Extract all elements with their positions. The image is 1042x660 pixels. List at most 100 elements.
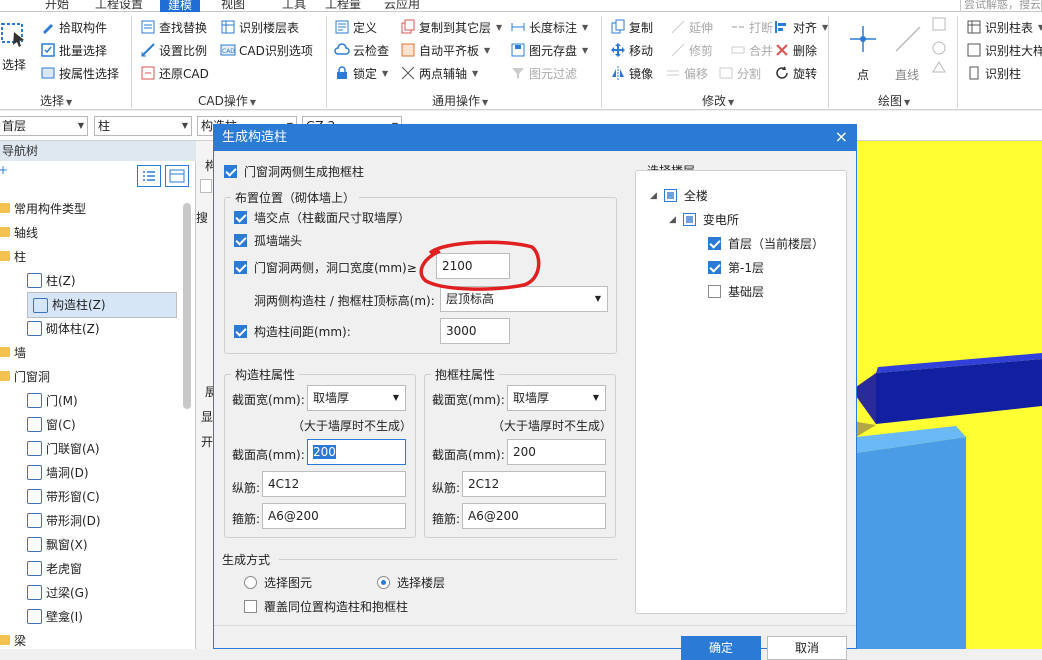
bk-width-select[interactable]: 取墙厚 ▼ [507, 385, 606, 411]
recognize-column-detail-button[interactable]: 识别柱大样 [966, 39, 1042, 61]
spacing-checkbox[interactable]: 构造柱间距(mm): [234, 323, 351, 340]
nav-tree-item[interactable]: 轴线 [0, 220, 38, 244]
nav-tree-item[interactable]: 梁 [0, 628, 26, 652]
isolated-end-checkbox[interactable]: 孤墙端头 [234, 232, 302, 249]
nav-tree-item[interactable]: 柱 [0, 244, 26, 268]
bk-width-label: 截面宽(mm): [432, 393, 505, 407]
align-button[interactable]: 对齐 ▼ [774, 16, 828, 38]
mirror-button[interactable]: 镜像 [610, 62, 653, 84]
auto-align-slab-button[interactable]: 自动平齐板 ▼ [400, 39, 490, 61]
spacing-input[interactable]: 3000 [440, 318, 510, 344]
move-button[interactable]: 移动 [610, 39, 653, 61]
nav-tree-item[interactable]: 墙 [0, 340, 26, 364]
nav-tree-item[interactable]: 柱(Z) [27, 268, 177, 292]
close-icon[interactable]: × [835, 128, 848, 146]
overwrite-checkbox[interactable]: 覆盖同位置构造柱和抱框柱 [244, 598, 408, 615]
bk-stirrup-input[interactable]: A6@200 [462, 503, 606, 529]
ok-button[interactable]: 确定 [681, 636, 761, 660]
strip-toggle[interactable] [200, 179, 212, 193]
nav-tree-item[interactable]: 门联窗(A) [27, 436, 177, 460]
delete-button[interactable]: 删除 [774, 39, 817, 61]
recognize-column-table-button[interactable]: 识别柱表 ▼ [966, 16, 1042, 38]
nav-tree-item[interactable]: 门(M) [27, 388, 177, 412]
menu-quantity[interactable]: 工程量 [325, 0, 361, 11]
divider [326, 16, 327, 108]
point-tool-button[interactable]: 点 [848, 24, 882, 84]
nav-tree-item[interactable]: 门窗洞 [0, 364, 50, 388]
copy-to-floor-button[interactable]: 复制到其它层 ▼ [400, 16, 502, 38]
cancel-button[interactable]: 取消 [767, 636, 847, 660]
break-button[interactable]: 打断 [730, 16, 773, 38]
gz-height-input[interactable]: 200 [307, 439, 406, 465]
menu-view[interactable]: 视图 [221, 0, 245, 11]
lock-button[interactable]: 锁定 ▼ [334, 62, 388, 84]
gz-stirrup-input[interactable]: A6@200 [262, 503, 406, 529]
save-element-button[interactable]: 图元存盘 ▼ [510, 39, 588, 61]
floor-first-item[interactable]: 首层（当前楼层） [708, 235, 824, 252]
gz-rebar-input[interactable]: 4C12 [262, 471, 406, 497]
nav-tree-item[interactable]: 常用构件类型 [0, 196, 86, 220]
floor-select[interactable]: 首层 ▼ [0, 116, 88, 136]
cad-options-button[interactable]: CAD CAD识别选项 [220, 39, 313, 61]
floor-building-item[interactable]: ◢ 变电所 [669, 211, 739, 228]
opening-sides-checkbox[interactable]: 门窗洞两侧，洞口宽度(mm)≥ [234, 259, 417, 276]
length-dim-button[interactable]: 长度标注 ▼ [510, 16, 588, 38]
recognize-column-button[interactable]: 识别柱 [966, 62, 1021, 84]
nav-tree-item[interactable]: 构造柱(Z) [27, 292, 177, 318]
menu-start[interactable]: 开始 [45, 0, 69, 11]
offset-button[interactable]: 偏移 [665, 62, 708, 84]
nav-tree-item[interactable]: 墙洞(D) [27, 460, 177, 484]
split-button[interactable]: 分割 [718, 62, 761, 84]
floor-minus1-item[interactable]: 第-1层 [708, 259, 764, 276]
element-filter-button[interactable]: 图元过滤 [510, 62, 577, 84]
component-type-select[interactable]: 柱 ▼ [94, 116, 192, 136]
door-window-wrap-checkbox[interactable]: 门窗洞两侧生成抱框柱 [224, 163, 364, 180]
cloud-check-button[interactable]: 云检查 [334, 39, 389, 61]
trim-button[interactable]: 修剪 [670, 39, 713, 61]
wall-intersection-checkbox[interactable]: 墙交点（柱截面尺寸取墙厚） [234, 209, 410, 226]
line-tool-button[interactable]: 直线 [893, 24, 927, 84]
menu-project-settings[interactable]: 工程设置 [95, 0, 143, 11]
bk-rebar-input[interactable]: 2C12 [462, 471, 606, 497]
select-button[interactable]: 选择 [0, 18, 28, 78]
find-replace-button[interactable]: 查找替换 [140, 16, 207, 38]
nav-scrollbar[interactable] [183, 203, 191, 409]
bk-height-input[interactable]: 200 [507, 439, 606, 465]
nav-tree-item[interactable]: 砌体柱(Z) [27, 316, 177, 340]
mode-select-floor-radio[interactable]: 选择楼层 [377, 574, 445, 591]
floor-base-item[interactable]: 基础层 [708, 283, 764, 300]
pick-component-button[interactable]: 拾取构件 [40, 16, 107, 38]
set-scale-button[interactable]: 设置比例 [140, 39, 207, 61]
3d-viewport[interactable] [856, 141, 1042, 649]
nav-tree-item[interactable]: 过梁(G) [27, 580, 177, 604]
list-view-button[interactable] [137, 165, 161, 187]
floor-all-item[interactable]: ◢ 全楼 [650, 187, 708, 204]
nav-tree-item[interactable]: 壁龛(I) [27, 604, 177, 628]
nav-tree-item[interactable]: 飘窗(X) [27, 532, 177, 556]
menu-cloud[interactable]: 云应用 [384, 0, 420, 11]
extend-label: 延伸 [689, 20, 714, 35]
column-recognize-icon [969, 66, 979, 80]
mode-select-element-radio[interactable]: 选择图元 [244, 574, 312, 591]
merge-button[interactable]: 合并 [730, 39, 773, 61]
add-icon[interactable]: + [0, 163, 8, 177]
extend-button[interactable]: 延伸 [670, 16, 713, 38]
help-search-input[interactable]: 尝试解惑，搜云 [960, 0, 1042, 12]
rotate-button[interactable]: 旋转 [774, 62, 817, 84]
gz-width-select[interactable]: 取墙厚 ▼ [307, 385, 406, 411]
define-button[interactable]: 定义 [334, 16, 377, 38]
copy-button[interactable]: 复制 [610, 16, 653, 38]
menu-modeling[interactable]: 建模 [160, 0, 201, 12]
select-by-attr-button[interactable]: 按属性选择 [40, 62, 119, 84]
nav-tree-item[interactable]: 带形洞(D) [27, 508, 177, 532]
two-point-axis-button[interactable]: 两点辅轴 ▼ [400, 62, 478, 84]
nav-tree-item[interactable]: 老虎窗 [27, 556, 177, 580]
nav-tree-item[interactable]: 窗(C) [27, 412, 177, 436]
panel-view-button[interactable] [165, 165, 189, 187]
restore-cad-button[interactable]: 还原CAD [140, 62, 209, 84]
batch-select-button[interactable]: 批量选择 [40, 39, 107, 61]
folder-icon [0, 347, 10, 357]
nav-tree-item[interactable]: 带形窗(C) [27, 484, 177, 508]
menu-tools[interactable]: 工具 [282, 0, 306, 11]
recognize-floor-table-button[interactable]: 识别楼层表 [220, 16, 299, 38]
